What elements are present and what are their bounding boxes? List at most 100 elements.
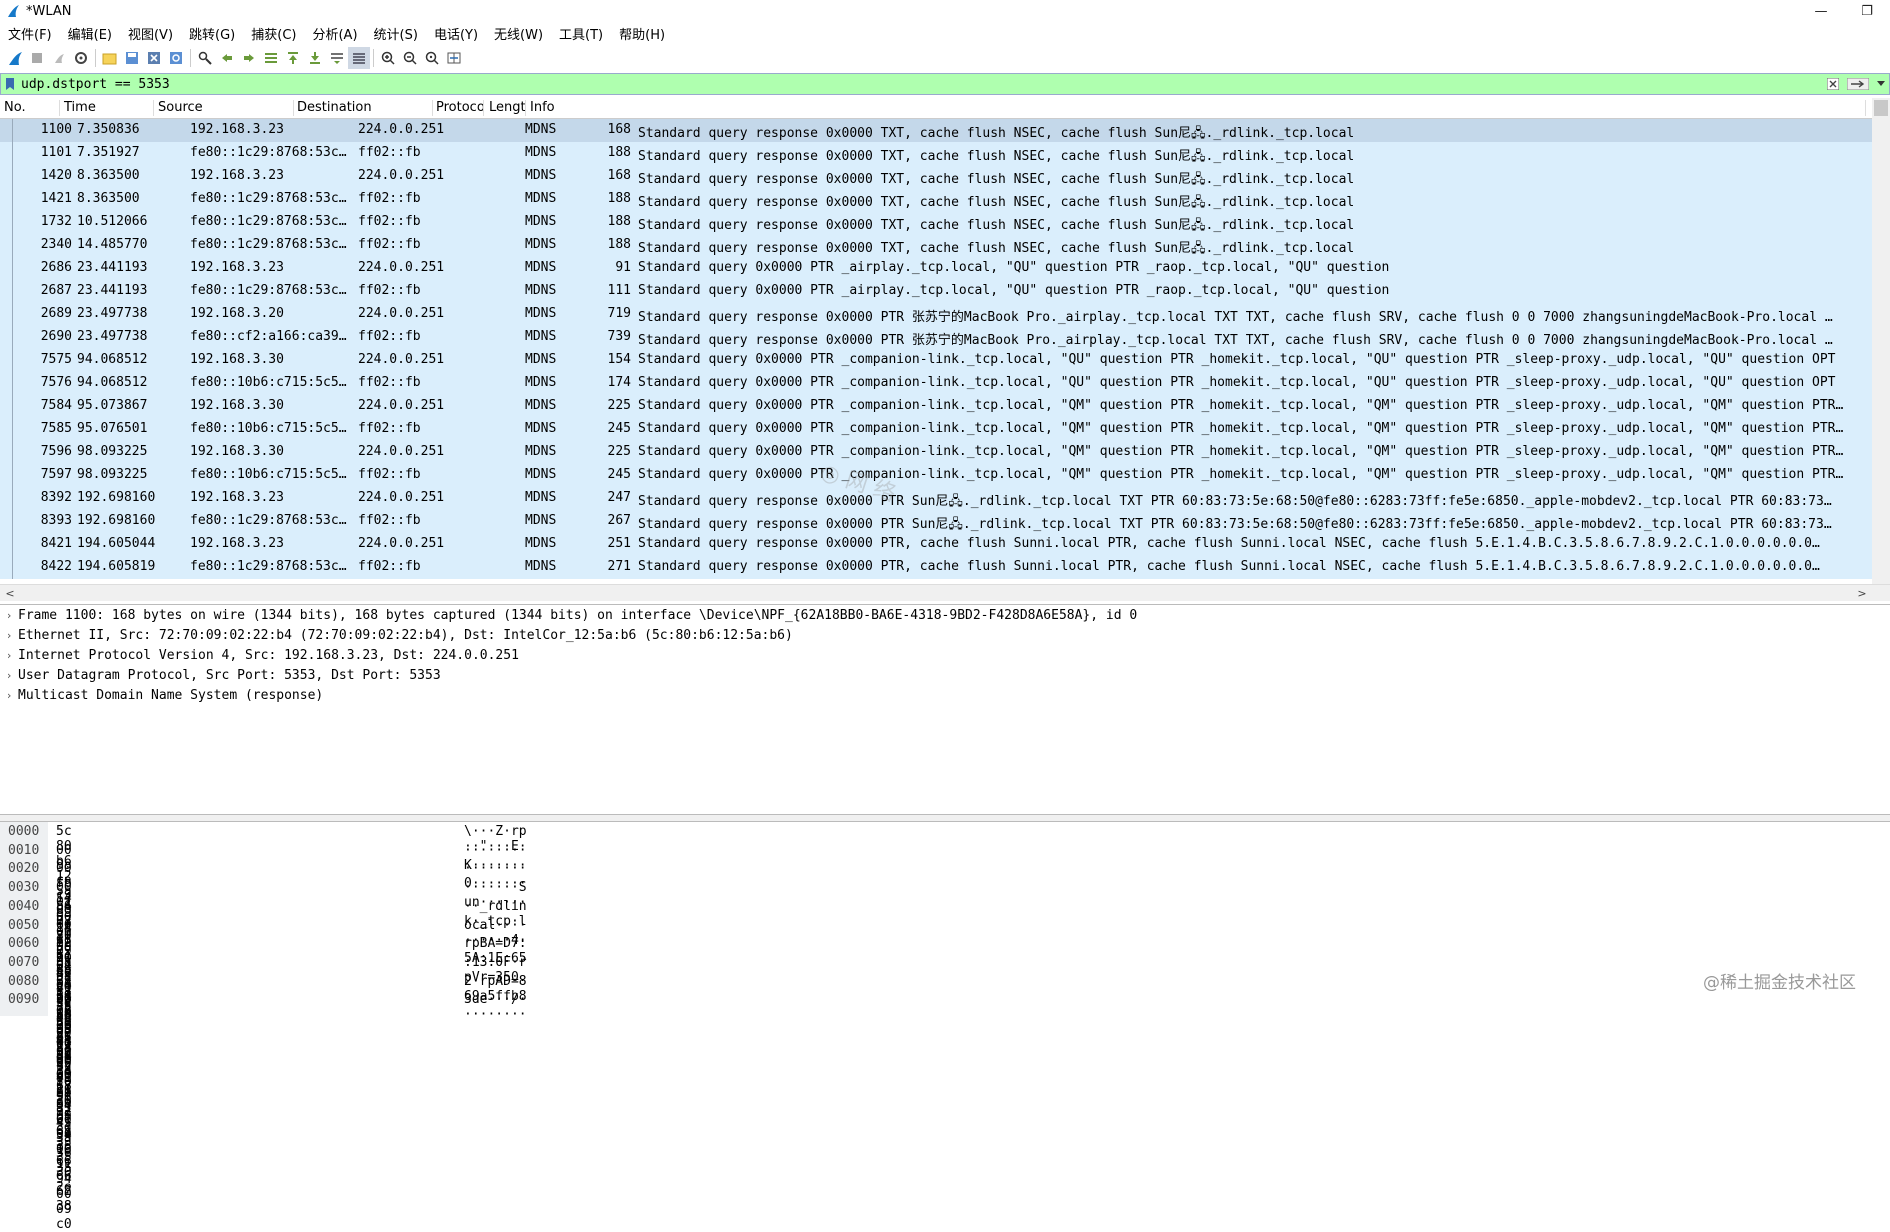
resize-columns-button[interactable] bbox=[443, 47, 465, 69]
packet-list-horizontal-scrollbar[interactable]: < > bbox=[0, 584, 1890, 601]
filter-clear-button[interactable] bbox=[1823, 74, 1843, 94]
arrow-down-last-icon bbox=[310, 52, 320, 64]
capture-options-button[interactable] bbox=[70, 47, 92, 69]
cell-info: Standard query 0x0000 PTR _airplay._tcp.… bbox=[638, 283, 1390, 298]
cell-src: fe80::1c29:8768:53c… bbox=[190, 237, 347, 252]
go-to-packet-button[interactable] bbox=[260, 47, 282, 69]
table-row[interactable]: 2687 23.441193 fe80::1c29:8768:53c… ff02::f… bbox=[0, 280, 1890, 303]
table-row[interactable]: 7585 95.076501 fe80::10b6:c715:5c5… ff02::f… bbox=[0, 418, 1890, 441]
hex-off[interactable]: 0030 bbox=[8, 880, 39, 895]
display-filter-input[interactable] bbox=[19, 75, 1823, 93]
hex-off[interactable]: 0080 bbox=[8, 974, 39, 989]
table-row[interactable]: 1421 8.363500 fe80::1c29:8768:53c… ff02::fb… bbox=[0, 188, 1890, 211]
filter-bookmark-button[interactable] bbox=[1, 74, 19, 94]
stop-capture-button[interactable] bbox=[26, 47, 48, 69]
detail-tree-item[interactable]: › Frame 1100: 168 bytes on wire (1344 bit… bbox=[0, 605, 1890, 625]
open-file-button[interactable] bbox=[99, 47, 121, 69]
table-row[interactable]: 8421 194.605044 192.168.3.23 224.0.0.251 MDN… bbox=[0, 533, 1890, 556]
last-packet-button[interactable] bbox=[304, 47, 326, 69]
go-back-button[interactable] bbox=[216, 47, 238, 69]
hex-off[interactable]: 0090 bbox=[8, 992, 39, 1007]
zoom-out-button[interactable] bbox=[399, 47, 421, 69]
table-row[interactable]: 2689 23.497738 192.168.3.20 224.0.0.251 MDNS… bbox=[0, 303, 1890, 326]
pane-splitter[interactable] bbox=[0, 814, 1890, 822]
table-row[interactable]: 1100 7.350836 192.168.3.23 224.0.0.251 MDNS 1… bbox=[0, 119, 1890, 142]
minimize-button[interactable]: — bbox=[1798, 0, 1844, 22]
auto-scroll-button[interactable] bbox=[326, 47, 348, 69]
column-header[interactable]: Destination bbox=[293, 100, 433, 116]
scroll-left-icon[interactable]: < bbox=[2, 585, 18, 601]
table-row[interactable]: 1732 10.512066 fe80::1c29:8768:53c… ff02::f… bbox=[0, 211, 1890, 234]
hex-off[interactable]: 0060 bbox=[8, 936, 39, 951]
find-packet-button[interactable] bbox=[194, 47, 216, 69]
go-forward-button[interactable] bbox=[238, 47, 260, 69]
close-file-button[interactable] bbox=[143, 47, 165, 69]
menu-item[interactable]: 电话(Y) bbox=[426, 24, 486, 43]
column-header[interactable]: Time bbox=[60, 100, 154, 116]
menu-item[interactable]: 捕获(C) bbox=[243, 24, 304, 43]
packet-list-vertical-scrollbar[interactable] bbox=[1872, 98, 1890, 586]
column-header[interactable]: Lengt bbox=[485, 100, 526, 116]
table-row[interactable]: 7576 94.068512 fe80::10b6:c715:5c5… ff02::f… bbox=[0, 372, 1890, 395]
expand-arrow-icon[interactable]: › bbox=[0, 649, 18, 662]
menu-item[interactable]: 帮助(H) bbox=[611, 24, 673, 43]
hex-bytes[interactable]: 33 64 65 c0 0c 00 2f 80 01 00 00 11 94 0… bbox=[56, 992, 72, 1232]
expand-arrow-icon[interactable]: › bbox=[0, 669, 18, 682]
menu-item[interactable]: 分析(A) bbox=[304, 24, 365, 43]
cell-time: 95.076501 bbox=[77, 421, 148, 436]
column-header[interactable]: Protoco bbox=[432, 100, 484, 116]
scroll-right-icon[interactable]: > bbox=[1854, 585, 1870, 601]
table-row[interactable]: 2690 23.497738 fe80::cf2:a166:ca39… ff02::f… bbox=[0, 326, 1890, 349]
hex-off[interactable]: 0020 bbox=[8, 861, 39, 876]
reload-file-button[interactable] bbox=[165, 47, 187, 69]
cell-info: Standard query response 0x0000 PTR, cach… bbox=[638, 559, 1820, 574]
table-row[interactable]: 1420 8.363500 192.168.3.23 224.0.0.251 MDNS 1… bbox=[0, 165, 1890, 188]
expand-arrow-icon[interactable]: › bbox=[0, 689, 18, 702]
menu-item[interactable]: 工具(T) bbox=[551, 24, 611, 43]
table-row[interactable]: 7575 94.068512 192.168.3.30 224.0.0.251 MDNS… bbox=[0, 349, 1890, 372]
restore-button[interactable]: ❐ bbox=[1844, 0, 1890, 22]
table-row[interactable]: 2686 23.441193 192.168.3.23 224.0.0.251 MDNS… bbox=[0, 257, 1890, 280]
first-packet-button[interactable] bbox=[282, 47, 304, 69]
column-header[interactable]: Info bbox=[526, 100, 1866, 116]
hex-off[interactable]: 0040 bbox=[8, 899, 39, 914]
menu-item[interactable]: 编辑(E) bbox=[60, 24, 120, 43]
table-row[interactable]: 7596 98.093225 192.168.3.30 224.0.0.251 MDNS… bbox=[0, 441, 1890, 464]
save-file-button[interactable] bbox=[121, 47, 143, 69]
column-header[interactable]: No. bbox=[0, 100, 60, 116]
filter-history-dropdown[interactable] bbox=[1873, 74, 1889, 94]
table-row[interactable]: 8393 192.698160 fe80::1c29:8768:53c… ff02::… bbox=[0, 510, 1890, 533]
detail-tree-item[interactable]: › Internet Protocol Version 4, Src: 192.1… bbox=[0, 645, 1890, 665]
zoom-in-button[interactable] bbox=[377, 47, 399, 69]
column-header[interactable]: Source bbox=[154, 100, 294, 116]
colorize-button[interactable] bbox=[348, 47, 370, 69]
detail-tree-item[interactable]: › User Datagram Protocol, Src Port: 5353,… bbox=[0, 665, 1890, 685]
detail-tree-item[interactable]: › Ethernet II, Src: 72:70:09:02:22:b4 (72… bbox=[0, 625, 1890, 645]
expand-arrow-icon[interactable]: › bbox=[0, 629, 18, 642]
table-row[interactable]: 2340 14.485770 fe80::1c29:8768:53c… ff02::f… bbox=[0, 234, 1890, 257]
hex-off[interactable]: 0000 bbox=[8, 824, 39, 839]
restart-capture-button[interactable] bbox=[48, 47, 70, 69]
menu-item[interactable]: 视图(V) bbox=[120, 24, 181, 43]
menu-item[interactable]: 文件(F) bbox=[0, 24, 60, 43]
menu-item[interactable]: 无线(W) bbox=[486, 24, 551, 43]
hex-off[interactable]: 0050 bbox=[8, 918, 39, 933]
filter-apply-button[interactable] bbox=[1843, 74, 1873, 94]
table-row[interactable]: 8422 194.605819 fe80::1c29:8768:53c… ff02::… bbox=[0, 556, 1890, 579]
detail-tree-item[interactable]: › Multicast Domain Name System (response) bbox=[0, 685, 1890, 705]
cell-info: Standard query 0x0000 PTR _companion-lin… bbox=[638, 398, 1844, 413]
table-row[interactable]: 7584 95.073867 192.168.3.30 224.0.0.251 MDNS… bbox=[0, 395, 1890, 418]
menu-item[interactable]: 统计(S) bbox=[366, 24, 426, 43]
zoom-reset-button[interactable] bbox=[421, 47, 443, 69]
cell-proto: MDNS bbox=[525, 168, 557, 183]
table-row[interactable]: 8392 192.698160 192.168.3.23 224.0.0.251 MDN… bbox=[0, 487, 1890, 510]
hex-off[interactable]: 0070 bbox=[8, 955, 39, 970]
table-row[interactable]: 7597 98.093225 fe80::10b6:c715:5c5… ff02::f… bbox=[0, 464, 1890, 487]
hex-ascii[interactable]: 3de···/· ········ bbox=[464, 992, 527, 1022]
scrollbar-thumb[interactable] bbox=[1874, 100, 1888, 116]
table-row[interactable]: 1101 7.351927 fe80::1c29:8768:53c… ff02::fb… bbox=[0, 142, 1890, 165]
hex-off[interactable]: 0010 bbox=[8, 843, 39, 858]
start-capture-button[interactable] bbox=[4, 47, 26, 69]
menu-item[interactable]: 跳转(G) bbox=[181, 24, 243, 43]
expand-arrow-icon[interactable]: › bbox=[0, 609, 18, 622]
